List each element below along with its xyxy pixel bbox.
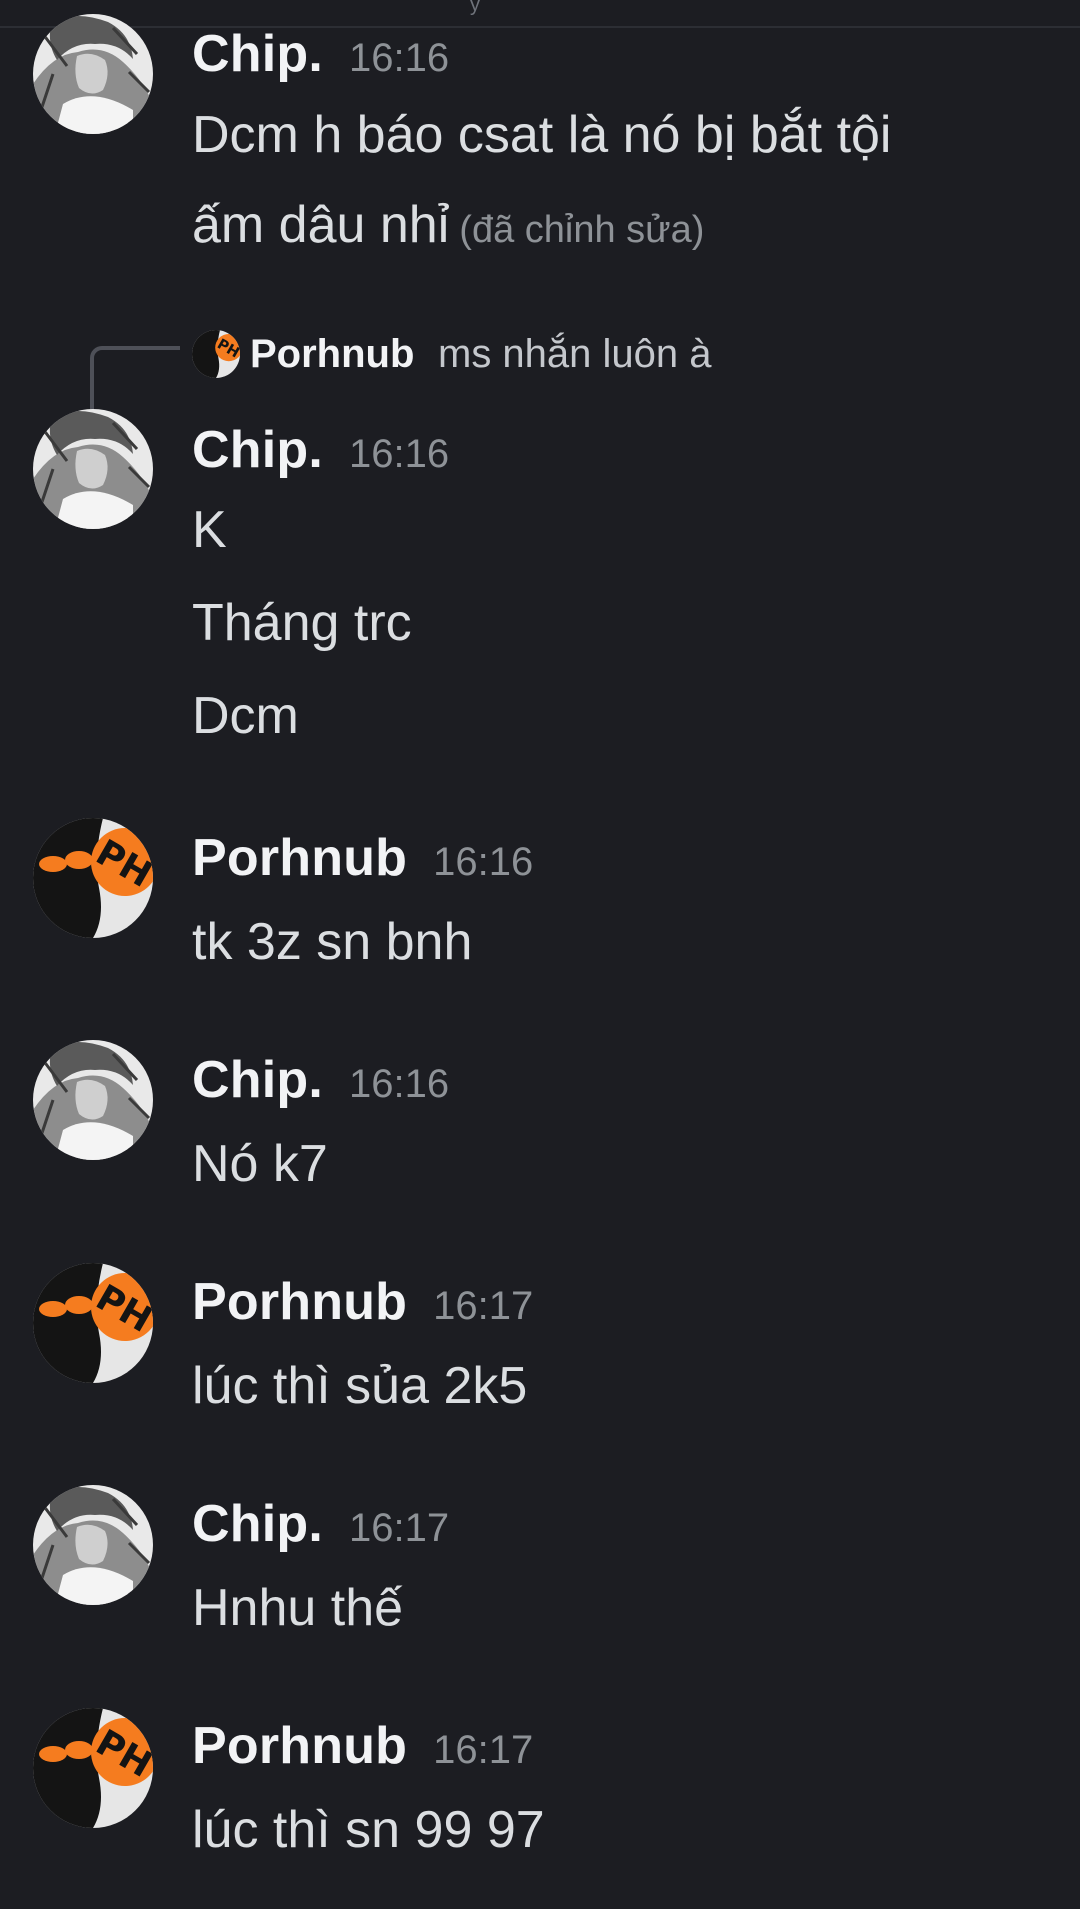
message-header: Porhnub 16:17 (192, 1272, 533, 1332)
message-text: lúc thì sn 99 97 (192, 1801, 545, 1859)
timestamp: 16:16 (433, 840, 534, 884)
message-text: Dcm (192, 687, 299, 745)
message-feed[interactable]: Chip. 16:16 Dcm h báo csat là nó bị bắt … (0, 0, 1080, 1909)
anime-portrait-avatar-icon (33, 1485, 153, 1605)
message-text: Dcm h báo csat là nó bị bắt tội (192, 106, 892, 164)
reply-connector (90, 346, 180, 410)
reply-preview[interactable]: PH Porhnub ms nhắn luôn à (90, 330, 990, 410)
username[interactable]: Porhnub (192, 1272, 407, 1332)
hooded-figure-ph-avatar-icon: PH (33, 1708, 153, 1828)
username[interactable]: Chip. (192, 1494, 323, 1554)
message-text: K (192, 501, 227, 559)
avatar-chip[interactable] (33, 14, 153, 134)
avatar-porhnub[interactable]: PH (33, 1263, 153, 1383)
timestamp: 16:16 (348, 432, 450, 476)
message-header: Chip. 16:16 (192, 1050, 449, 1110)
timestamp: 16:17 (433, 1284, 534, 1328)
anime-portrait-avatar-icon (33, 409, 153, 529)
username[interactable]: Chip. (192, 1050, 323, 1110)
message-text: Nó k7 (192, 1135, 328, 1193)
timestamp: 16:17 (348, 1506, 450, 1550)
message-text-line: ấm dâu nhỉ (đã chỉnh sửa) (192, 195, 704, 255)
timestamp: 16:16 (348, 36, 450, 80)
username[interactable]: Porhnub (192, 828, 407, 888)
timestamp: 16:16 (348, 1062, 450, 1106)
hooded-figure-ph-avatar-icon: PH (192, 330, 240, 378)
anime-portrait-avatar-icon (33, 1040, 153, 1160)
username[interactable]: Chip. (192, 24, 323, 84)
avatar-chip[interactable] (33, 1485, 153, 1605)
reply-avatar: PH (192, 330, 240, 378)
anime-portrait-avatar-icon (33, 14, 153, 134)
hooded-figure-ph-avatar-icon: PH (33, 818, 153, 938)
edited-label: (đã chỉnh sửa) (459, 209, 705, 251)
message-header: Porhnub 16:16 (192, 828, 533, 888)
message-text: Hnhu thế (192, 1579, 404, 1637)
message-text: ấm dâu nhỉ (192, 196, 450, 254)
message-text: Tháng trc (192, 594, 412, 652)
timestamp: 16:17 (433, 1728, 534, 1772)
message-header: Chip. 16:16 (192, 24, 449, 84)
message-text: lúc thì sủa 2k5 (192, 1357, 528, 1415)
username[interactable]: Porhnub (192, 1716, 407, 1776)
avatar-chip[interactable] (33, 409, 153, 529)
message-header: Chip. 16:16 (192, 420, 449, 480)
avatar-porhnub[interactable]: PH (33, 818, 153, 938)
message-text: tk 3z sn bnh (192, 913, 473, 971)
reply-text: ms nhắn luôn à (438, 332, 712, 376)
message-header: Chip. 16:17 (192, 1494, 449, 1554)
message-header: Porhnub 16:17 (192, 1716, 533, 1776)
hooded-figure-ph-avatar-icon: PH (33, 1263, 153, 1383)
avatar-chip[interactable] (33, 1040, 153, 1160)
avatar-porhnub[interactable]: PH (33, 1708, 153, 1828)
reply-author[interactable]: Porhnub (250, 332, 414, 377)
username[interactable]: Chip. (192, 420, 323, 480)
